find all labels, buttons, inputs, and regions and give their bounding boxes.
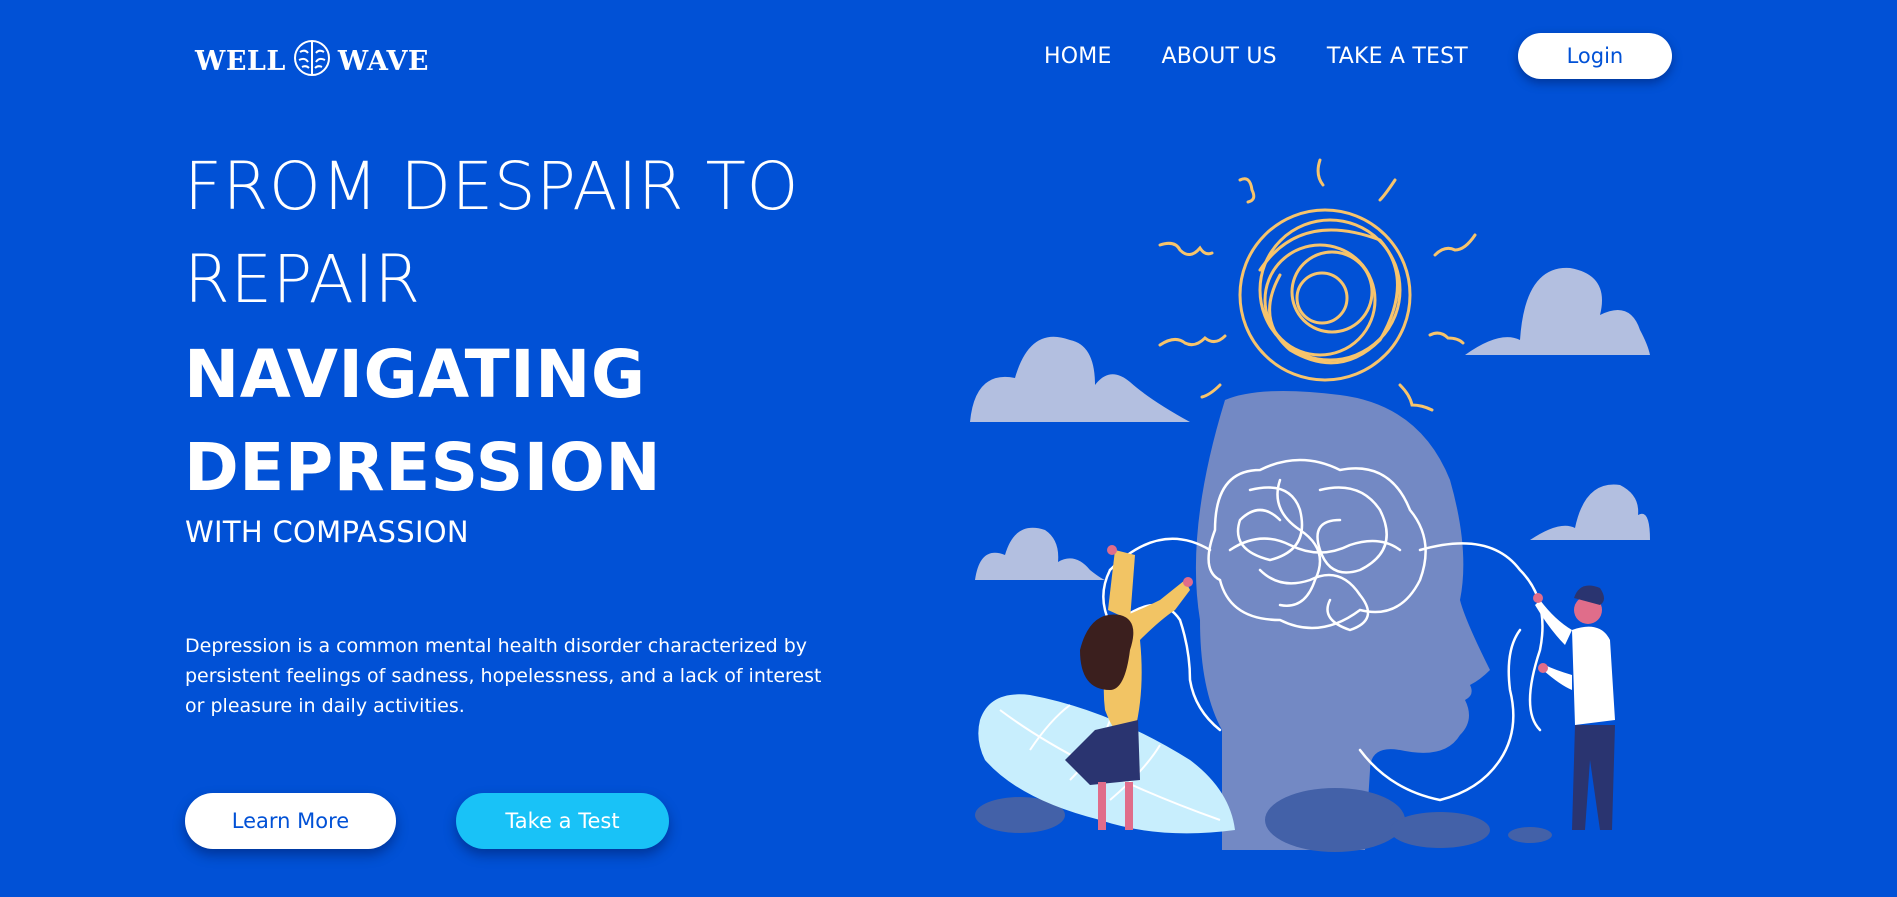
tangled-thoughts-head-illustration (970, 158, 1650, 852)
login-button[interactable]: Login (1517, 33, 1672, 79)
hero-title-line2: NAVIGATING DEPRESSION (184, 336, 662, 506)
main-nav: HOME ABOUT US TAKE A TEST Login (1044, 0, 1672, 112)
hero-subtitle: WITH COMPASSION (185, 515, 469, 549)
take-a-test-button[interactable]: Take a Test (456, 793, 669, 849)
brand-logo[interactable]: WELL WAVE (195, 38, 429, 85)
learn-more-button[interactable]: Learn More (185, 793, 396, 849)
nav-home[interactable]: HOME (1044, 44, 1112, 69)
cloud-icon (1465, 267, 1650, 355)
logo-text-wave: WAVE (337, 46, 429, 77)
scribble-sun-icon (1158, 158, 1477, 412)
hero-title-line1: FROM DESPAIR TO REPAIR (184, 148, 799, 318)
brain-icon (292, 38, 332, 85)
logo-text-well: WELL (195, 46, 286, 77)
man-figure (1533, 585, 1615, 830)
nav-take-a-test[interactable]: TAKE A TEST (1327, 44, 1468, 69)
cloud-icon (970, 336, 1190, 422)
cloud-icon (975, 527, 1105, 580)
nav-about-us[interactable]: ABOUT US (1162, 44, 1277, 69)
hero-description: Depression is a common mental health dis… (185, 635, 822, 717)
cloud-icon (1530, 484, 1650, 540)
